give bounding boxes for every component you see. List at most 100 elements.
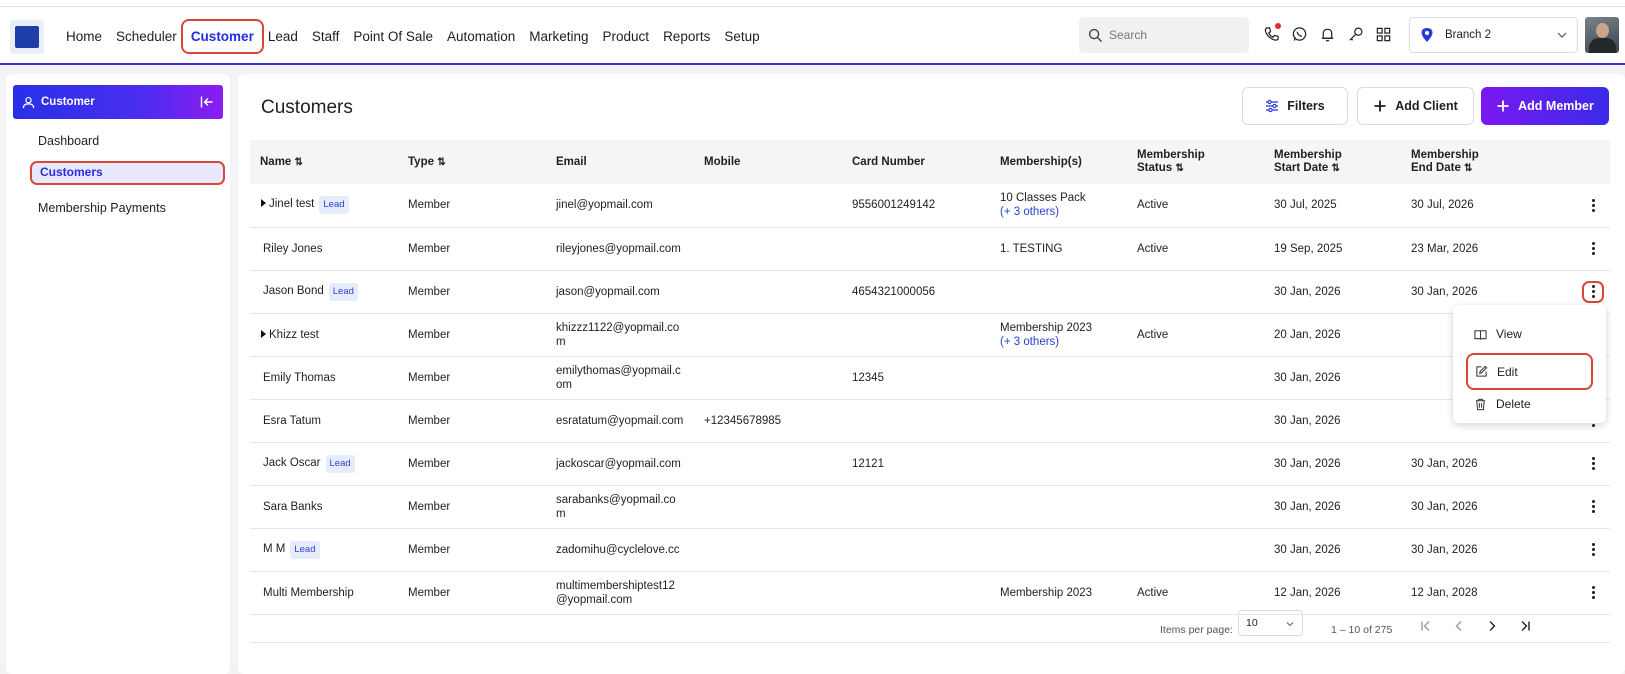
app-logo[interactable] xyxy=(10,20,44,54)
customer-name[interactable]: Khizz test xyxy=(269,329,319,341)
table-row[interactable]: Multi Membership Member multimembershiptes… xyxy=(250,571,1610,615)
menu-item-view-label: View xyxy=(1496,327,1522,341)
main-panel: Customers Filters Add Client Add Member … xyxy=(238,74,1625,674)
nav-item-staff[interactable]: Staff xyxy=(305,29,347,44)
user-avatar[interactable] xyxy=(1585,17,1619,53)
nav-item-lead[interactable]: Lead xyxy=(261,29,305,44)
cell-memberships xyxy=(990,399,1127,443)
nav-item-reports[interactable]: Reports xyxy=(656,29,717,44)
cell-memberships xyxy=(990,528,1127,572)
nav-item-product[interactable]: Product xyxy=(596,29,657,44)
table-row[interactable]: Jack Oscar Lead Member jackoscar@yopmail.co… xyxy=(250,442,1610,486)
kebab-menu-icon[interactable] xyxy=(1582,238,1604,260)
cell-start-date: 30 Jan, 2026 xyxy=(1264,528,1401,572)
prev-page-button[interactable] xyxy=(1451,618,1467,634)
user-icon xyxy=(22,96,35,108)
table-row[interactable]: Esra Tatum Member esratatum@yopmail.com +12… xyxy=(250,399,1610,443)
cell-status: Active xyxy=(1127,313,1264,357)
customer-name[interactable]: Esra Tatum xyxy=(263,415,321,427)
sidebar-item-dashboard[interactable]: Dashboard xyxy=(38,134,99,148)
nav-item-automation[interactable]: Automation xyxy=(440,29,522,44)
customer-name[interactable]: Jack Oscar xyxy=(263,457,321,469)
table-row[interactable]: Riley Jones Member rileyjones@yopmail.com 1… xyxy=(250,227,1610,271)
expand-caret-icon[interactable] xyxy=(261,199,266,208)
col-header-membership-status[interactable]: Membership Status ⇅ xyxy=(1127,140,1264,184)
kebab-menu-icon[interactable] xyxy=(1582,194,1604,216)
col-header-end-date[interactable]: Membership End Date ⇅ xyxy=(1401,140,1538,184)
customer-name[interactable]: Jason Bond xyxy=(263,285,324,297)
cell-memberships xyxy=(990,356,1127,400)
kebab-menu-icon[interactable] xyxy=(1582,280,1604,303)
search-box[interactable] xyxy=(1079,17,1249,53)
nav-item-home[interactable]: Home xyxy=(59,29,109,44)
sidebar-item-membership-payments[interactable]: Membership Payments xyxy=(38,201,166,215)
menu-item-edit[interactable]: Edit xyxy=(1466,353,1593,390)
cell-start-date: 19 Sep, 2025 xyxy=(1264,227,1401,271)
bell-icon[interactable] xyxy=(1318,25,1336,43)
cell-name: Multi Membership xyxy=(250,571,398,615)
expand-caret-icon[interactable] xyxy=(261,329,266,338)
items-per-page-select[interactable]: 10 xyxy=(1238,610,1303,636)
table-row[interactable]: Jason Bond Lead Member jason@yopmail.com 465… xyxy=(250,270,1610,314)
customer-name[interactable]: Sara Banks xyxy=(263,501,322,513)
col-header-type[interactable]: Type ⇅ xyxy=(398,140,546,184)
customer-name[interactable]: Riley Jones xyxy=(263,243,322,255)
cell-memberships: Membership 2023 xyxy=(990,571,1127,615)
sliders-icon xyxy=(1266,99,1279,113)
kebab-menu-icon[interactable] xyxy=(1582,539,1604,561)
more-memberships-link[interactable]: (+ 3 others) xyxy=(1000,336,1059,348)
kebab-menu-icon[interactable] xyxy=(1582,582,1604,604)
cell-card-number: 4654321000056 xyxy=(842,270,990,314)
grid-icon[interactable] xyxy=(1374,25,1392,43)
nav-item-scheduler[interactable]: Scheduler xyxy=(109,29,184,44)
whatsapp-icon[interactable] xyxy=(1290,25,1308,43)
cell-type: Member xyxy=(398,571,546,615)
table-row[interactable]: Sara Banks Member sarabanks@yopmail.co m 30… xyxy=(250,485,1610,529)
lead-badge: Lead xyxy=(328,282,358,301)
customer-name[interactable]: Jinel test xyxy=(269,198,314,210)
more-memberships-link[interactable]: (+ 3 others) xyxy=(1000,206,1059,218)
table-row[interactable]: Khizz test Member khizzz1122@yopmail.co m M… xyxy=(250,313,1610,357)
cell-mobile xyxy=(694,227,842,271)
cell-type: Member xyxy=(398,227,546,271)
nav-item-point-of-sale[interactable]: Point Of Sale xyxy=(346,29,440,44)
branch-selector[interactable]: Branch 2 xyxy=(1409,17,1578,53)
cell-email: sarabanks@yopmail.co m xyxy=(546,485,694,529)
cell-actions xyxy=(1538,485,1610,529)
customer-name[interactable]: Multi Membership xyxy=(263,587,354,599)
nav-item-setup[interactable]: Setup xyxy=(717,29,766,44)
phone-icon[interactable] xyxy=(1262,23,1281,43)
table-row[interactable]: Jinel test Lead Member jinel@yopmail.com 955… xyxy=(250,184,1610,228)
filters-button[interactable]: Filters xyxy=(1242,87,1348,125)
table-row[interactable]: Emily Thomas Member emilythomas@yopmail.c … xyxy=(250,356,1610,400)
collapse-sidebar-icon[interactable] xyxy=(200,95,214,109)
col-header-name[interactable]: Name ⇅ xyxy=(250,140,398,184)
cell-mobile xyxy=(694,313,842,357)
nav-item-marketing[interactable]: Marketing xyxy=(522,29,595,44)
customer-name[interactable]: M M xyxy=(263,543,285,555)
next-page-button[interactable] xyxy=(1484,618,1500,634)
add-member-button[interactable]: Add Member xyxy=(1481,87,1609,125)
menu-item-view[interactable]: View xyxy=(1474,327,1522,341)
sidebar-item-customers[interactable]: Customers xyxy=(30,161,225,185)
chevron-down-icon xyxy=(1286,622,1294,627)
cell-end-date: 30 Jan, 2026 xyxy=(1401,442,1538,486)
kebab-menu-icon[interactable] xyxy=(1582,453,1604,475)
search-input[interactable] xyxy=(1109,28,1239,42)
key-icon[interactable] xyxy=(1346,25,1364,43)
sort-icon: ⇅ xyxy=(1175,163,1184,174)
add-client-button[interactable]: Add Client xyxy=(1357,87,1474,125)
chevron-down-icon xyxy=(1557,32,1567,38)
cell-start-date: 30 Jan, 2026 xyxy=(1264,270,1401,314)
first-page-button[interactable] xyxy=(1418,618,1434,634)
last-page-button[interactable] xyxy=(1517,618,1533,634)
col-header-mobile: Mobile xyxy=(694,140,842,184)
col-header-start-date[interactable]: Membership Start Date ⇅ xyxy=(1264,140,1401,184)
menu-item-delete[interactable]: Delete xyxy=(1474,397,1531,411)
cell-status: Active xyxy=(1127,184,1264,228)
customer-name[interactable]: Emily Thomas xyxy=(263,372,336,384)
table-row[interactable]: M M Lead Member zadomihu@cyclelove.cc 30 Jan… xyxy=(250,528,1610,572)
cell-name: Khizz test xyxy=(250,313,398,357)
nav-item-customer[interactable]: Customer xyxy=(180,18,264,54)
kebab-menu-icon[interactable] xyxy=(1582,496,1604,518)
